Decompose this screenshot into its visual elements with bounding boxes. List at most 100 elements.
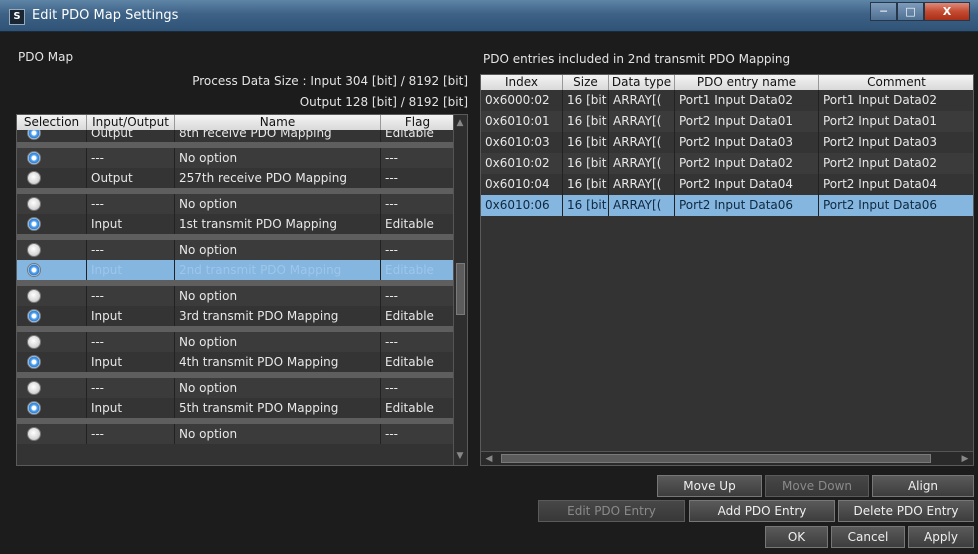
selection-cell[interactable] [17,240,87,260]
pdo-map-row[interactable]: --- No option --- [17,286,455,306]
pdo-map-row[interactable]: Output 257th receive PDO Mapping --- [17,168,455,188]
pdo-entries-hscrollbar[interactable]: ◀ ▶ [481,451,973,465]
flag-cell: Editable [381,260,455,280]
pdo-map-row[interactable]: --- No option --- [17,378,455,398]
selection-radio[interactable] [27,197,41,211]
selection-radio[interactable] [27,401,41,415]
name-cell: No option [175,332,381,352]
selection-cell[interactable] [17,194,87,214]
ok-button[interactable]: OK [765,526,828,548]
input-output-cell: --- [87,240,175,260]
selection-cell[interactable] [17,378,87,398]
apply-button[interactable]: Apply [908,526,974,548]
selection-radio[interactable] [27,171,41,185]
selection-cell[interactable] [17,398,87,418]
selection-radio[interactable] [27,217,41,231]
column-header-input-output[interactable]: Input/Output [87,115,175,130]
add-pdo-entry-button[interactable]: Add PDO Entry [689,500,835,522]
pdo-map-row[interactable]: Input 3rd transmit PDO Mapping Editable [17,306,455,326]
scroll-down-arrow-icon[interactable]: ▼ [454,450,466,462]
selection-radio[interactable] [27,427,41,441]
selection-cell[interactable] [17,306,87,326]
selection-radio[interactable] [27,289,41,303]
selection-cell[interactable] [17,352,87,372]
column-header-selection[interactable]: Selection [17,115,87,130]
selection-cell[interactable] [17,148,87,168]
column-header-flag[interactable]: Flag [381,115,455,130]
pdo-map-row[interactable]: --- No option --- [17,194,455,214]
pdo-entry-row[interactable]: 0x6010:03 16 [bit ARRAY[(Port2 Input Data0… [481,132,973,153]
size-cell: 16 [bit [563,174,609,195]
selection-radio[interactable] [27,335,41,349]
pdo-entries-table[interactable]: Index Size Data type PDO entry name Comm… [480,74,974,466]
pdo-map-heading: PDO Map [18,50,74,64]
edit-pdo-entry-button[interactable]: Edit PDO Entry [538,500,685,522]
selection-radio[interactable] [27,381,41,395]
selection-radio[interactable] [27,309,41,323]
pdo-map-row[interactable]: Input 1st transmit PDO Mapping Editable [17,214,455,234]
pdo-map-row[interactable]: Input 2nd transmit PDO Mapping Editable [17,260,455,280]
window-title: Edit PDO Map Settings [32,8,179,23]
pdo-map-row[interactable]: Output 8th receive PDO Mapping Editable [17,130,455,142]
column-header-comment[interactable]: Comment [819,75,973,90]
title-bar[interactable]: S Edit PDO Map Settings ─ □ X [0,0,978,32]
pdo-map-row[interactable]: --- No option --- [17,332,455,352]
selection-cell[interactable] [17,286,87,306]
column-header-name[interactable]: Name [175,115,381,130]
minimize-button[interactable]: ─ [870,2,897,21]
column-header-index[interactable]: Index [481,75,563,90]
column-header-data-type[interactable]: Data type [609,75,675,90]
pdo-map-row[interactable]: Input 4th transmit PDO Mapping Editable [17,352,455,372]
pdo-entry-row[interactable]: 0x6000:02 16 [bit ARRAY[(Port1 Input Data0… [481,90,973,111]
align-button[interactable]: Align [872,475,974,497]
scroll-right-arrow-icon[interactable]: ▶ [959,453,971,465]
flag-cell: --- [381,148,455,168]
pdo-entry-name-cell: Port2 Input Data03 [675,132,819,153]
input-output-cell: Input [87,214,175,234]
selection-cell[interactable] [17,424,87,444]
move-down-button[interactable]: Move Down [765,475,869,497]
selection-cell[interactable] [17,168,87,188]
selection-radio[interactable] [27,151,41,165]
pdo-entry-name-cell: Port2 Input Data02 [675,153,819,174]
flag-cell: Editable [381,352,455,372]
data-type-cell: ARRAY[( [609,195,675,216]
selection-cell[interactable] [17,332,87,352]
scrollbar-thumb[interactable] [456,263,465,315]
pdo-entry-row[interactable]: 0x6010:01 16 [bit ARRAY[(Port2 Input Data0… [481,111,973,132]
pdo-map-row[interactable]: --- No option --- [17,148,455,168]
pdo-map-table[interactable]: Selection Input/Output Name Flag Output 8… [16,114,468,466]
flag-cell: --- [381,332,455,352]
flag-cell: --- [381,240,455,260]
selection-cell[interactable] [17,130,87,142]
comment-cell: Port2 Input Data01 [819,111,973,132]
flag-cell: Editable [381,306,455,326]
size-cell: 16 [bit [563,195,609,216]
selection-radio[interactable] [27,130,41,140]
selection-radio[interactable] [27,355,41,369]
pdo-map-row[interactable]: --- No option --- [17,240,455,260]
hscrollbar-thumb[interactable] [501,454,931,463]
maximize-button[interactable]: □ [897,2,924,21]
scroll-up-arrow-icon[interactable]: ▲ [454,117,466,129]
pdo-map-row[interactable]: Input 5th transmit PDO Mapping Editable [17,398,455,418]
selection-radio[interactable] [27,263,41,277]
pdo-map-scrollbar[interactable]: ▲ ▼ [453,115,467,465]
cancel-button[interactable]: Cancel [831,526,905,548]
pdo-entries-heading: PDO entries included in 2nd transmit PDO… [483,52,791,66]
move-up-button[interactable]: Move Up [657,475,762,497]
name-cell: 3rd transmit PDO Mapping [175,306,381,326]
close-button[interactable]: X [924,2,970,21]
pdo-entry-row[interactable]: 0x6010:06 16 [bit ARRAY[(Port2 Input Data0… [481,195,973,216]
scroll-left-arrow-icon[interactable]: ◀ [483,453,495,465]
delete-pdo-entry-button[interactable]: Delete PDO Entry [838,500,974,522]
selection-cell[interactable] [17,214,87,234]
selection-radio[interactable] [27,243,41,257]
pdo-entry-row[interactable]: 0x6010:02 16 [bit ARRAY[(Port2 Input Data0… [481,153,973,174]
selection-cell[interactable] [17,260,87,280]
input-output-cell: --- [87,194,175,214]
column-header-pdo-entry-name[interactable]: PDO entry name [675,75,819,90]
pdo-entry-row[interactable]: 0x6010:04 16 [bit ARRAY[(Port2 Input Data0… [481,174,973,195]
pdo-map-row[interactable]: --- No option --- [17,424,455,444]
column-header-size[interactable]: Size [563,75,609,90]
